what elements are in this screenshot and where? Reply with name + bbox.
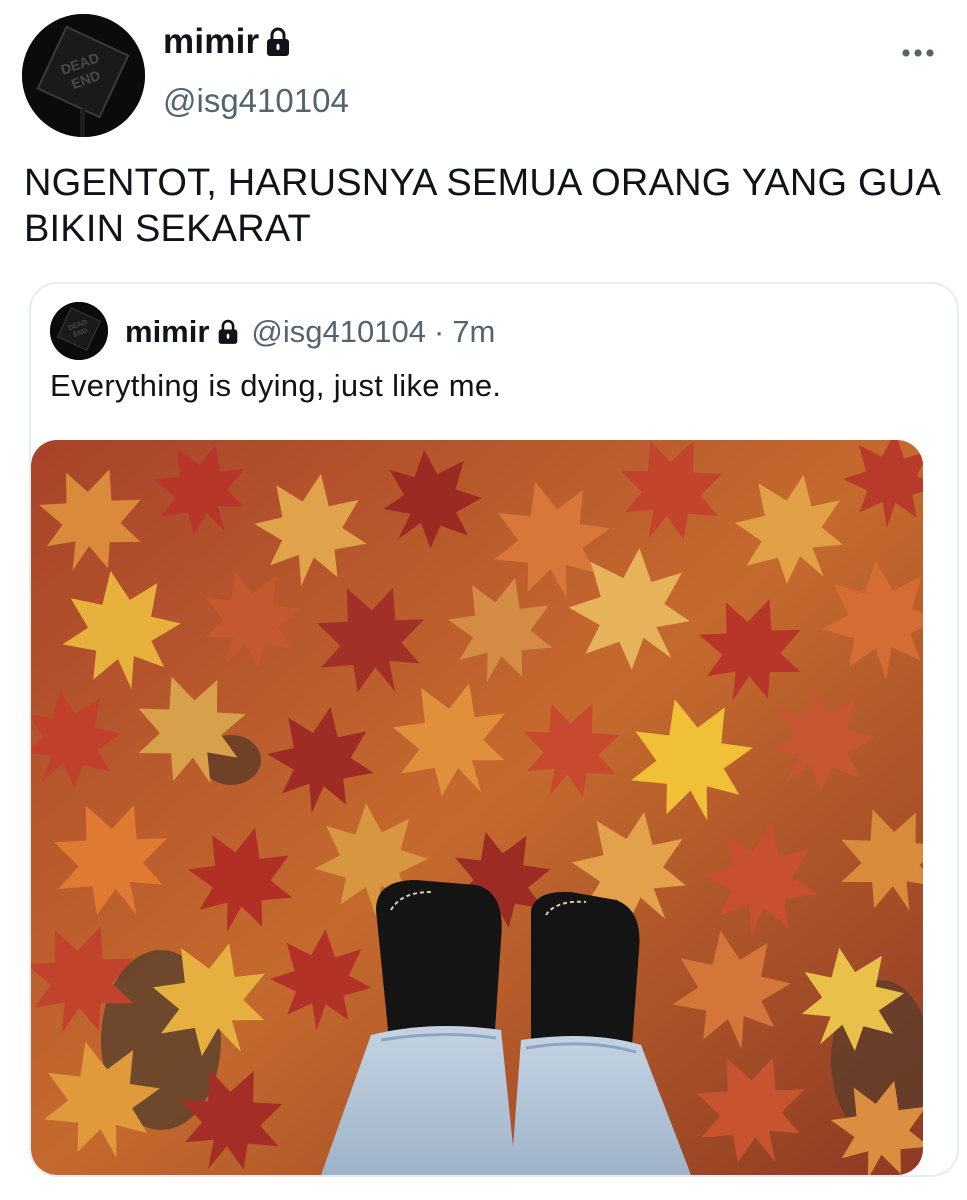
- dead-end-sign-icon: DEAD END: [22, 14, 145, 137]
- more-options-button[interactable]: [900, 38, 936, 68]
- author-name-row[interactable]: mimir: [163, 22, 291, 62]
- author-name[interactable]: mimir: [163, 22, 259, 62]
- quoted-author-name[interactable]: mimir: [125, 314, 209, 350]
- separator-dot: ·: [433, 314, 445, 349]
- author-avatar[interactable]: DEAD END: [22, 14, 145, 137]
- dead-end-sign-icon: DEAD END: [50, 302, 108, 360]
- quoted-tweet-header: mimir @isg410104 · 7m: [125, 314, 495, 350]
- lock-icon: [219, 319, 238, 344]
- quoted-tweet-card[interactable]: DEAD END mimir @isg410104 · 7m Everythin…: [29, 282, 959, 1177]
- quoted-tweet-photo[interactable]: [31, 440, 923, 1175]
- tweet-text: NGENTOT, HARUSNYA SEMUA ORANG YANG GUA B…: [24, 162, 939, 250]
- lock-icon: [267, 27, 290, 56]
- author-handle[interactable]: @isg410104: [163, 82, 349, 120]
- quoted-tweet-text: Everything is dying, just like me.: [50, 368, 502, 403]
- autumn-leaves-photo-icon: [31, 440, 923, 1175]
- more-dots-icon: [902, 49, 934, 57]
- quoted-author-avatar[interactable]: DEAD END: [50, 302, 108, 360]
- quoted-tweet-time[interactable]: 7m: [452, 314, 495, 350]
- quoted-author-handle[interactable]: @isg410104: [251, 314, 426, 350]
